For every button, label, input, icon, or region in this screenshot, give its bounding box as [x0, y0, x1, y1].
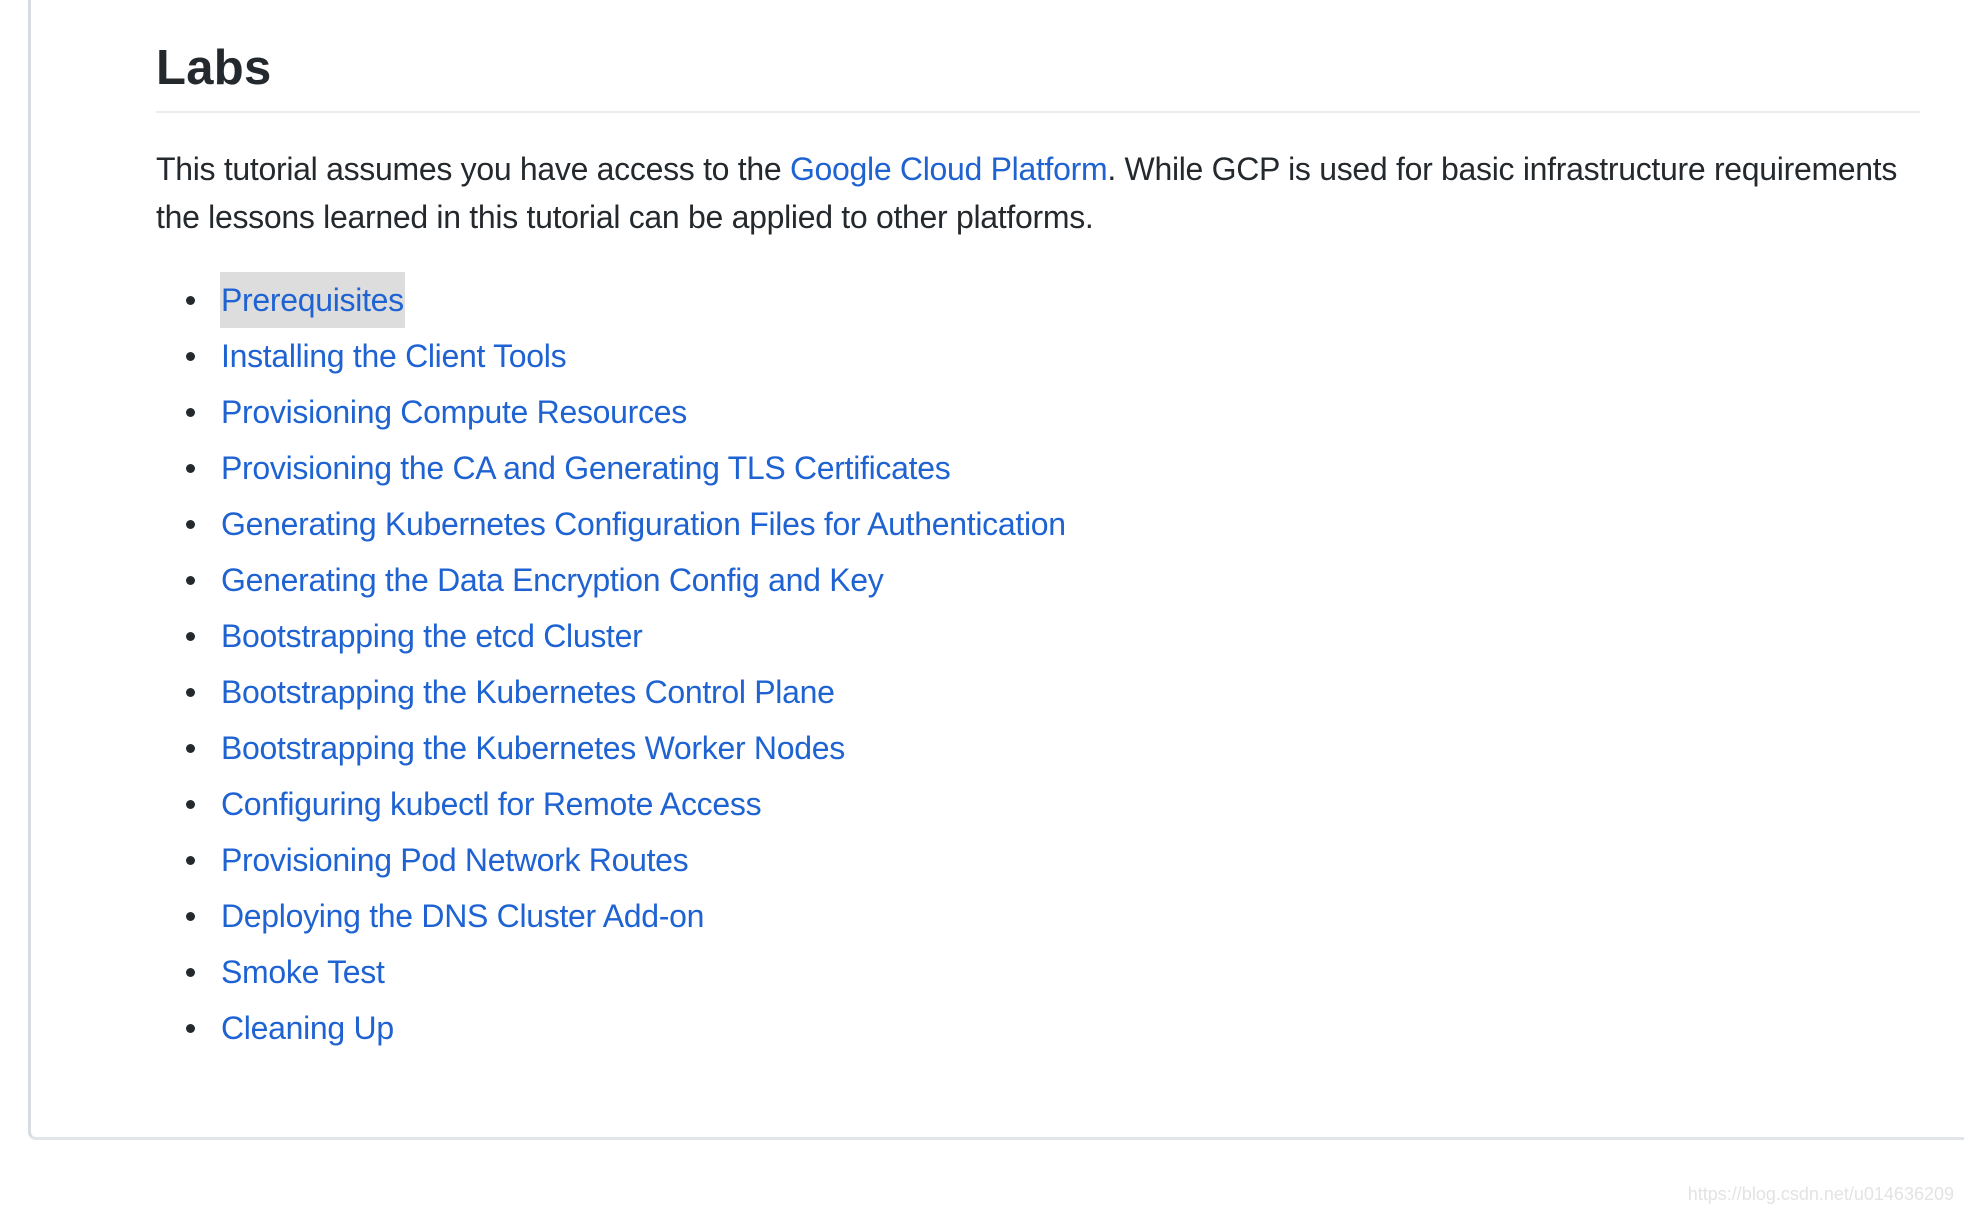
bullet-icon [186, 520, 195, 529]
lab-link-worker-nodes[interactable]: Bootstrapping the Kubernetes Worker Node… [220, 720, 846, 776]
bullet-icon [186, 1024, 195, 1033]
bullet-icon [186, 576, 195, 585]
lab-link-data-encryption-keys[interactable]: Generating the Data Encryption Config an… [220, 552, 884, 608]
lab-link-prerequisites[interactable]: Prerequisites [220, 272, 405, 328]
lab-link-kubernetes-configuration-files[interactable]: Generating Kubernetes Configuration File… [220, 496, 1067, 552]
bullet-icon [186, 968, 195, 977]
intro-paragraph: This tutorial assumes you have access to… [156, 145, 1936, 241]
lab-link-client-tools[interactable]: Installing the Client Tools [220, 328, 567, 384]
lab-link-certificate-authority[interactable]: Provisioning the CA and Generating TLS C… [220, 440, 951, 496]
bullet-icon [186, 352, 195, 361]
bullet-icon [186, 464, 195, 473]
lab-link-pod-network-routes[interactable]: Provisioning Pod Network Routes [220, 832, 689, 888]
bullet-icon [186, 856, 195, 865]
lab-link-control-plane[interactable]: Bootstrapping the Kubernetes Control Pla… [220, 664, 836, 720]
bullet-icon [186, 744, 195, 753]
bullet-icon [186, 296, 195, 305]
bullet-icon [186, 912, 195, 921]
lab-link-dns-addon[interactable]: Deploying the DNS Cluster Add-on [220, 888, 705, 944]
heading-divider [156, 111, 1920, 113]
bullet-icon [186, 800, 195, 809]
readme-container: Labs This tutorial assumes you have acce… [28, 0, 1964, 1140]
bullet-icon [186, 408, 195, 417]
google-cloud-platform-link[interactable]: Google Cloud Platform [790, 151, 1108, 187]
bullet-icon [186, 632, 195, 641]
lab-link-smoke-test[interactable]: Smoke Test [220, 944, 386, 1000]
lab-link-cleanup[interactable]: Cleaning Up [220, 1000, 395, 1056]
lab-link-kubectl-remote-access[interactable]: Configuring kubectl for Remote Access [220, 776, 762, 832]
section-heading: Labs [156, 41, 272, 95]
watermark-text: https://blog.csdn.net/u014636209 [1687, 1184, 1954, 1204]
lab-link-bootstrapping-etcd[interactable]: Bootstrapping the etcd Cluster [220, 608, 643, 664]
lab-link-compute-resources[interactable]: Provisioning Compute Resources [220, 384, 688, 440]
intro-text-before: This tutorial assumes you have access to… [156, 151, 790, 187]
bullet-icon [186, 688, 195, 697]
